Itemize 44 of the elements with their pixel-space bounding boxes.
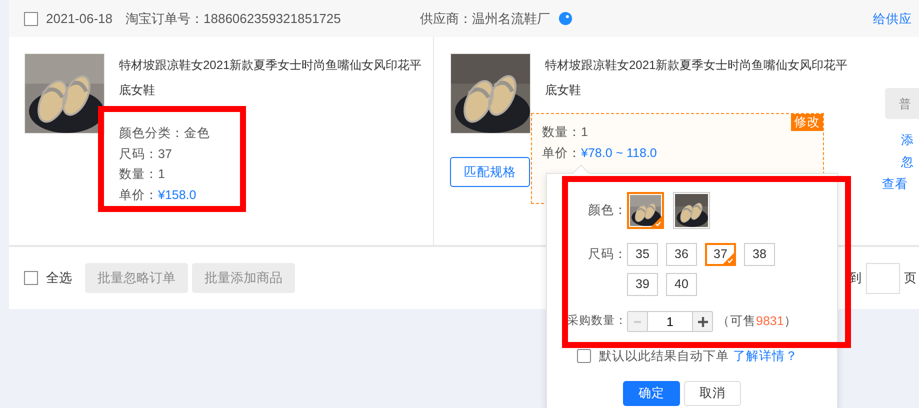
cancel-button[interactable]: 取消 — [684, 381, 741, 406]
size-label: 尺码： — [587, 246, 627, 263]
confirm-button[interactable]: 确定 — [623, 381, 680, 406]
attribute-text: 单价：¥78.0 ~ 118.0 — [542, 144, 658, 162]
quantity-label: 采购数量： — [566, 314, 627, 329]
checkbox[interactable] — [24, 12, 38, 26]
product-title: 特材坡跟凉鞋女2021新款夏季女士时尚鱼嘴仙女风印花平底女鞋 — [545, 57, 849, 99]
select-all-checkbox[interactable] — [24, 271, 38, 285]
stock-text: （可售9831） — [717, 313, 797, 330]
plus-button[interactable] — [693, 312, 712, 331]
check-icon — [651, 216, 662, 227]
size-option[interactable]: 37 — [705, 243, 736, 266]
minus-icon — [634, 320, 641, 322]
attribute-text: 数量：1 — [119, 166, 166, 184]
color-label: 颜色： — [587, 202, 627, 220]
match-spec-button[interactable]: 匹配规格 — [450, 157, 530, 187]
auto-order-label: 默认以此结果自动下单 — [599, 348, 729, 365]
plus-icon — [698, 316, 708, 326]
auto-order-checkbox[interactable] — [577, 349, 591, 363]
select-all-label: 全选 — [46, 269, 72, 288]
size-option[interactable]: 38 — [744, 243, 775, 266]
order-number: 淘宝订单号：1886062359321851725 — [126, 10, 341, 28]
color-swatch[interactable] — [673, 192, 710, 229]
page-label: 页 — [904, 270, 917, 287]
details-link[interactable]: 了解详情？ — [733, 345, 798, 367]
size-option[interactable]: 35 — [627, 243, 658, 266]
size-option[interactable]: 40 — [666, 273, 697, 296]
supplier-link[interactable]: 给供应 — [873, 8, 912, 30]
action-link[interactable]: 忽 — [901, 151, 914, 173]
edit-badge[interactable]: 修改 — [791, 114, 823, 131]
page-input[interactable] — [866, 262, 900, 294]
action-link[interactable]: 添 — [901, 129, 914, 151]
size-option[interactable]: 36 — [666, 243, 697, 266]
action-link[interactable]: 查看 — [882, 173, 914, 195]
chat-icon[interactable] — [558, 11, 573, 26]
quantity-field[interactable]: 1 — [627, 311, 713, 332]
attribute-text: 单价：¥158.0 — [119, 187, 198, 204]
supplier-name: 供应商：温州名流鞋厂 — [420, 10, 550, 28]
attribute-text: 颜色分类：金色 — [119, 125, 211, 142]
product-title: 特材坡跟凉鞋女2021新款夏季女士时尚鱼嘴仙女风印花平底女鞋 — [119, 57, 423, 99]
color-swatch[interactable] — [627, 192, 664, 229]
order-date: 2021-06-18 — [46, 10, 112, 28]
attribute-text: 尺码：37 — [119, 146, 173, 163]
size-option[interactable]: 39 — [627, 273, 658, 296]
